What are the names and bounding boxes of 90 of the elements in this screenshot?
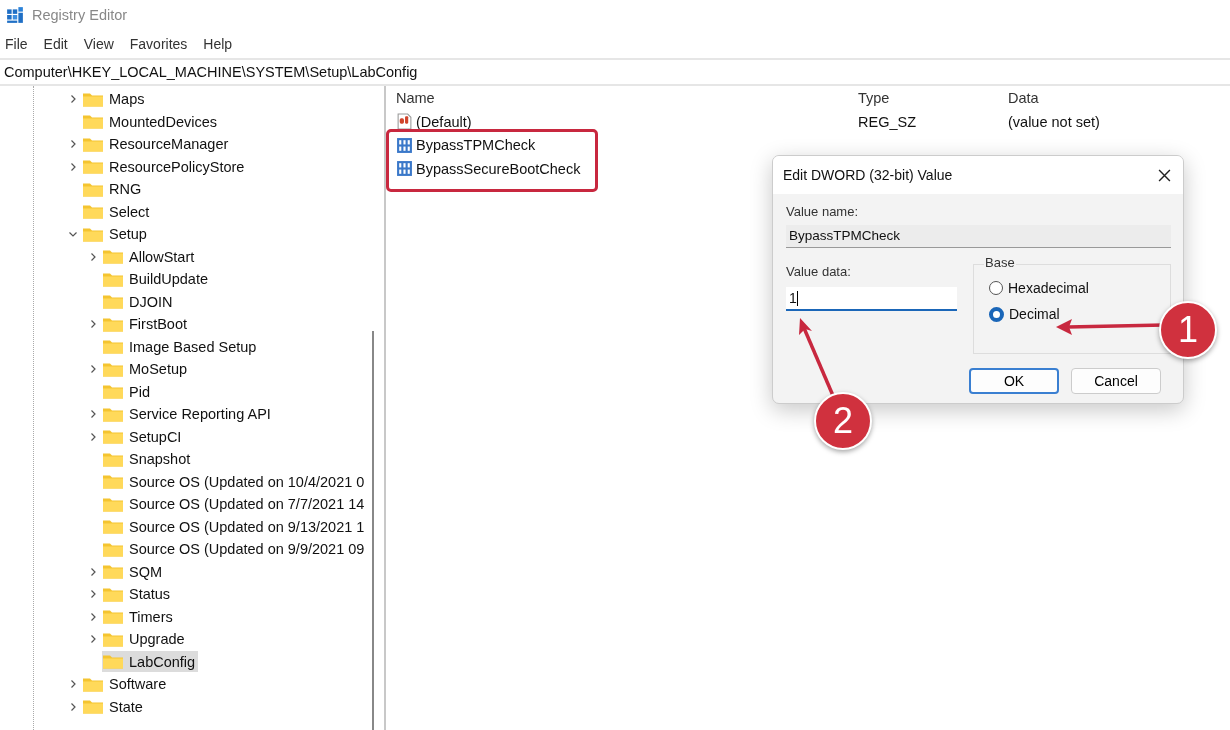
- value-name[interactable]: BypassSecureBootCheck: [416, 160, 581, 177]
- tree-item[interactable]: DJOIN: [102, 291, 176, 313]
- tree-item[interactable]: Timers: [102, 606, 176, 628]
- menu-item[interactable]: View: [83, 36, 114, 52]
- tree-item[interactable]: Source OS (Updated on 7/7/2021 14: [102, 493, 368, 515]
- column-header[interactable]: Data: [1008, 90, 1039, 106]
- radio-label[interactable]: Decimal: [1009, 306, 1060, 322]
- folder-icon: [102, 608, 124, 626]
- tree-item[interactable]: Service Reporting API: [102, 403, 274, 425]
- folder-icon: [82, 698, 104, 716]
- tree-item[interactable]: FirstBoot: [102, 313, 190, 335]
- column-header[interactable]: Type: [858, 90, 1008, 106]
- folder-icon: [82, 113, 104, 131]
- value-type: REG_SZ: [858, 113, 917, 130]
- binary-value-icon: [396, 136, 413, 154]
- chevron-right-icon[interactable]: [68, 679, 78, 690]
- folder-icon: [82, 203, 104, 221]
- tree-item[interactable]: LabConfig: [102, 651, 199, 673]
- tree-item[interactable]: MoSetup: [102, 358, 191, 380]
- field-label: Value data:: [786, 264, 852, 279]
- value-name[interactable]: BypassTPMCheck: [416, 137, 536, 154]
- group-label: Base: [984, 255, 1016, 270]
- chevron-right-icon[interactable]: [88, 611, 98, 622]
- tree-item[interactable]: Source OS (Updated on 10/4/2021 0: [102, 471, 368, 493]
- folder-icon: [102, 563, 124, 581]
- chevron-right-icon[interactable]: [68, 161, 78, 172]
- folder-icon: [102, 518, 124, 536]
- close-icon[interactable]: [1158, 168, 1171, 182]
- tree-item[interactable]: Source OS (Updated on 9/13/2021 1: [102, 516, 368, 538]
- tree-item[interactable]: Software: [82, 673, 170, 695]
- chevron-right-icon[interactable]: [88, 566, 98, 577]
- tree-item[interactable]: Source OS (Updated on 9/9/2021 09: [102, 538, 368, 560]
- tree-item[interactable]: Upgrade: [102, 628, 188, 650]
- menu-item[interactable]: File: [5, 36, 28, 52]
- folder-icon: [102, 428, 124, 446]
- tree-item[interactable]: Maps: [82, 88, 148, 110]
- tree-item[interactable]: State: [82, 696, 146, 718]
- tree-item[interactable]: SQM: [102, 561, 166, 583]
- tree-item[interactable]: Select: [82, 201, 153, 223]
- string-value-icon: [396, 113, 413, 131]
- folder-icon: [102, 473, 124, 491]
- chevron-right-icon[interactable]: [88, 409, 98, 420]
- chevron-right-icon[interactable]: [88, 251, 98, 262]
- window-title: Registry Editor: [32, 7, 128, 23]
- tree-item[interactable]: BuildUpdate: [102, 268, 211, 290]
- menu-item[interactable]: Help: [203, 36, 233, 52]
- tree-item[interactable]: Pid: [102, 381, 153, 403]
- value-data-field[interactable]: 1: [786, 287, 957, 311]
- registry-icon: [6, 6, 24, 24]
- value-name-field[interactable]: BypassTPMCheck: [786, 225, 1171, 248]
- value-name[interactable]: (Default): [416, 113, 472, 130]
- tree-item[interactable]: RNG: [82, 178, 145, 200]
- tree-item[interactable]: Image Based Setup: [102, 336, 260, 358]
- menu-item[interactable]: Favorites: [129, 36, 188, 52]
- menu-item[interactable]: Edit: [43, 36, 68, 52]
- folder-icon: [102, 248, 124, 266]
- tree-item[interactable]: MountedDevices: [82, 111, 220, 133]
- dialog-title: Edit DWORD (32-bit) Value: [783, 167, 953, 183]
- chevron-right-icon[interactable]: [68, 139, 78, 150]
- folder-icon: [82, 158, 104, 176]
- chevron-right-icon[interactable]: [68, 701, 78, 712]
- column-header[interactable]: Name: [396, 90, 858, 106]
- tree-item[interactable]: ResourcePolicyStore: [82, 156, 248, 178]
- radio-label[interactable]: Hexadecimal: [1008, 280, 1089, 296]
- chevron-right-icon[interactable]: [88, 319, 98, 330]
- tree-item[interactable]: SetupCI: [102, 426, 185, 448]
- tree-item[interactable]: Snapshot: [102, 448, 194, 470]
- tree-item[interactable]: Setup: [82, 223, 150, 245]
- tree-item[interactable]: ResourceManager: [82, 133, 232, 155]
- radio-button[interactable]: [989, 306, 1004, 322]
- chevron-right-icon[interactable]: [88, 431, 98, 442]
- address-bar[interactable]: Computer\HKEY_LOCAL_MACHINE\SYSTEM\Setup\LabConfig: [0, 58, 1230, 86]
- radio-button[interactable]: [989, 281, 1003, 295]
- chevron-right-icon[interactable]: [88, 634, 98, 645]
- chevron-right-icon[interactable]: [68, 94, 78, 105]
- ok-button[interactable]: OK: [969, 368, 1059, 394]
- folder-icon: [102, 653, 124, 671]
- tree-item[interactable]: Status: [102, 583, 174, 605]
- chevron-right-icon[interactable]: [88, 364, 98, 375]
- binary-value-icon: [396, 160, 413, 178]
- chevron-right-icon[interactable]: [88, 589, 98, 600]
- folder-icon: [102, 338, 124, 356]
- folder-icon: [102, 293, 124, 311]
- tree-item[interactable]: AllowStart: [102, 246, 198, 268]
- field-label: Value name:: [786, 204, 860, 219]
- step-badge: 2: [814, 392, 872, 450]
- value-data: (value not set): [1008, 113, 1100, 130]
- step-badge: 1: [1159, 301, 1217, 359]
- folder-icon: [102, 383, 124, 401]
- cancel-button[interactable]: Cancel: [1071, 368, 1161, 394]
